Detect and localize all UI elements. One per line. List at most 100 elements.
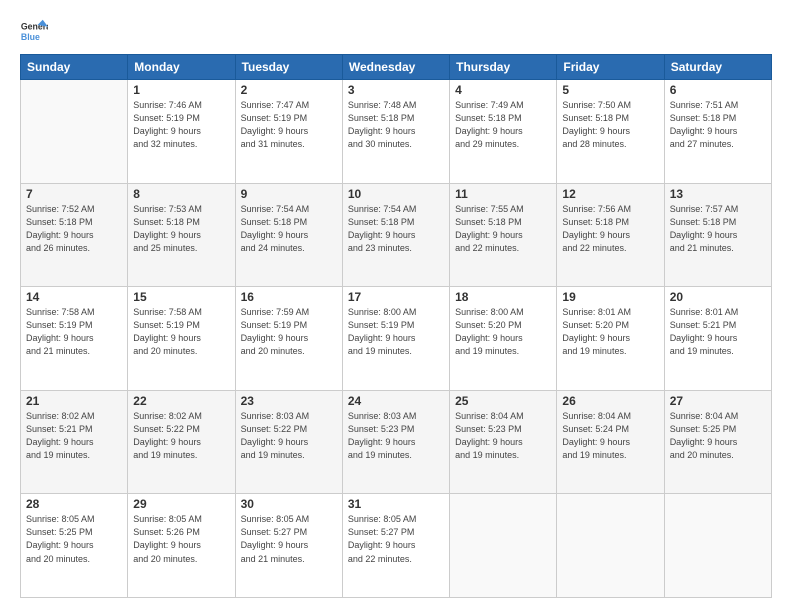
- logo-icon: General Blue: [20, 18, 48, 46]
- day-info: Sunrise: 7:55 AM Sunset: 5:18 PM Dayligh…: [455, 203, 551, 255]
- svg-text:Blue: Blue: [21, 32, 40, 42]
- day-number: 10: [348, 187, 444, 201]
- calendar-cell: 18 Sunrise: 8:00 AM Sunset: 5:20 PM Dayli…: [450, 287, 557, 391]
- day-number: 26: [562, 394, 658, 408]
- weekday-tuesday: Tuesday: [235, 55, 342, 80]
- weekday-thursday: Thursday: [450, 55, 557, 80]
- day-number: 5: [562, 83, 658, 97]
- calendar-cell: 14 Sunrise: 7:58 AM Sunset: 5:19 PM Dayli…: [21, 287, 128, 391]
- day-number: 20: [670, 290, 766, 304]
- day-info: Sunrise: 8:02 AM Sunset: 5:21 PM Dayligh…: [26, 410, 122, 462]
- calendar-week-row: 1Sunrise: 7:46 AM Sunset: 5:19 PM Daylig…: [21, 80, 772, 184]
- calendar-cell: [664, 494, 771, 598]
- calendar-cell: 6 Sunrise: 7:51 AM Sunset: 5:18 PM Daylig…: [664, 80, 771, 184]
- day-info: Sunrise: 8:05 AM Sunset: 5:25 PM Dayligh…: [26, 513, 122, 565]
- day-number: 4: [455, 83, 551, 97]
- day-info: Sunrise: 8:04 AM Sunset: 5:23 PM Dayligh…: [455, 410, 551, 462]
- day-info: Sunrise: 8:03 AM Sunset: 5:22 PM Dayligh…: [241, 410, 337, 462]
- day-info: Sunrise: 8:03 AM Sunset: 5:23 PM Dayligh…: [348, 410, 444, 462]
- calendar-cell: 23Sunrise: 8:03 AM Sunset: 5:22 PM Dayli…: [235, 390, 342, 494]
- calendar-cell: [450, 494, 557, 598]
- day-info: Sunrise: 7:51 AM Sunset: 5:18 PM Dayligh…: [670, 99, 766, 151]
- day-info: Sunrise: 7:47 AM Sunset: 5:19 PM Dayligh…: [241, 99, 337, 151]
- calendar-cell: [21, 80, 128, 184]
- calendar-cell: 19 Sunrise: 8:01 AM Sunset: 5:20 PM Dayli…: [557, 287, 664, 391]
- day-info: Sunrise: 7:54 AM Sunset: 5:18 PM Dayligh…: [241, 203, 337, 255]
- calendar-cell: 31 Sunrise: 8:05 AM Sunset: 5:27 PM Dayli…: [342, 494, 449, 598]
- calendar-cell: 4 Sunrise: 7:49 AM Sunset: 5:18 PM Daylig…: [450, 80, 557, 184]
- calendar-cell: [557, 494, 664, 598]
- day-number: 9: [241, 187, 337, 201]
- day-number: 2: [241, 83, 337, 97]
- calendar-cell: 26 Sunrise: 8:04 AM Sunset: 5:24 PM Dayli…: [557, 390, 664, 494]
- day-info: Sunrise: 8:01 AM Sunset: 5:21 PM Dayligh…: [670, 306, 766, 358]
- calendar-cell: 17 Sunrise: 8:00 AM Sunset: 5:19 PM Dayli…: [342, 287, 449, 391]
- day-number: 17: [348, 290, 444, 304]
- day-number: 3: [348, 83, 444, 97]
- calendar-week-row: 28 Sunrise: 8:05 AM Sunset: 5:25 PM Dayli…: [21, 494, 772, 598]
- day-info: Sunrise: 8:00 AM Sunset: 5:20 PM Dayligh…: [455, 306, 551, 358]
- calendar-cell: 2 Sunrise: 7:47 AM Sunset: 5:19 PM Daylig…: [235, 80, 342, 184]
- logo: General Blue: [20, 18, 48, 46]
- day-number: 7: [26, 187, 122, 201]
- calendar-cell: 24 Sunrise: 8:03 AM Sunset: 5:23 PM Dayli…: [342, 390, 449, 494]
- day-number: 14: [26, 290, 122, 304]
- calendar-cell: 5Sunrise: 7:50 AM Sunset: 5:18 PM Daylig…: [557, 80, 664, 184]
- day-info: Sunrise: 8:05 AM Sunset: 5:27 PM Dayligh…: [348, 513, 444, 565]
- weekday-header-row: SundayMondayTuesdayWednesdayThursdayFrid…: [21, 55, 772, 80]
- day-number: 6: [670, 83, 766, 97]
- calendar-cell: 10 Sunrise: 7:54 AM Sunset: 5:18 PM Dayli…: [342, 183, 449, 287]
- calendar-cell: 15Sunrise: 7:58 AM Sunset: 5:19 PM Dayli…: [128, 287, 235, 391]
- day-number: 21: [26, 394, 122, 408]
- day-number: 15: [133, 290, 229, 304]
- day-info: Sunrise: 7:52 AM Sunset: 5:18 PM Dayligh…: [26, 203, 122, 255]
- day-info: Sunrise: 8:00 AM Sunset: 5:19 PM Dayligh…: [348, 306, 444, 358]
- day-info: Sunrise: 8:04 AM Sunset: 5:24 PM Dayligh…: [562, 410, 658, 462]
- day-info: Sunrise: 8:02 AM Sunset: 5:22 PM Dayligh…: [133, 410, 229, 462]
- day-number: 24: [348, 394, 444, 408]
- day-info: Sunrise: 8:05 AM Sunset: 5:27 PM Dayligh…: [241, 513, 337, 565]
- day-info: Sunrise: 7:53 AM Sunset: 5:18 PM Dayligh…: [133, 203, 229, 255]
- calendar-cell: 8 Sunrise: 7:53 AM Sunset: 5:18 PM Daylig…: [128, 183, 235, 287]
- day-number: 11: [455, 187, 551, 201]
- day-info: Sunrise: 7:56 AM Sunset: 5:18 PM Dayligh…: [562, 203, 658, 255]
- header: General Blue: [20, 18, 772, 46]
- calendar-cell: 1Sunrise: 7:46 AM Sunset: 5:19 PM Daylig…: [128, 80, 235, 184]
- day-number: 28: [26, 497, 122, 511]
- calendar-cell: 28 Sunrise: 8:05 AM Sunset: 5:25 PM Dayli…: [21, 494, 128, 598]
- day-number: 22: [133, 394, 229, 408]
- calendar-cell: 25Sunrise: 8:04 AM Sunset: 5:23 PM Dayli…: [450, 390, 557, 494]
- calendar-cell: 12 Sunrise: 7:56 AM Sunset: 5:18 PM Dayli…: [557, 183, 664, 287]
- page: General Blue SundayMondayTuesdayWednesda…: [0, 0, 792, 612]
- day-info: Sunrise: 7:58 AM Sunset: 5:19 PM Dayligh…: [26, 306, 122, 358]
- day-number: 18: [455, 290, 551, 304]
- calendar-cell: 3Sunrise: 7:48 AM Sunset: 5:18 PM Daylig…: [342, 80, 449, 184]
- calendar-cell: 11 Sunrise: 7:55 AM Sunset: 5:18 PM Dayli…: [450, 183, 557, 287]
- weekday-saturday: Saturday: [664, 55, 771, 80]
- day-number: 27: [670, 394, 766, 408]
- weekday-friday: Friday: [557, 55, 664, 80]
- day-info: Sunrise: 7:57 AM Sunset: 5:18 PM Dayligh…: [670, 203, 766, 255]
- day-info: Sunrise: 7:46 AM Sunset: 5:19 PM Dayligh…: [133, 99, 229, 151]
- calendar-week-row: 7 Sunrise: 7:52 AM Sunset: 5:18 PM Daylig…: [21, 183, 772, 287]
- calendar-week-row: 14 Sunrise: 7:58 AM Sunset: 5:19 PM Dayli…: [21, 287, 772, 391]
- calendar-cell: 7 Sunrise: 7:52 AM Sunset: 5:18 PM Daylig…: [21, 183, 128, 287]
- day-number: 8: [133, 187, 229, 201]
- calendar-cell: 27 Sunrise: 8:04 AM Sunset: 5:25 PM Dayli…: [664, 390, 771, 494]
- day-number: 19: [562, 290, 658, 304]
- day-info: Sunrise: 8:04 AM Sunset: 5:25 PM Dayligh…: [670, 410, 766, 462]
- day-info: Sunrise: 8:05 AM Sunset: 5:26 PM Dayligh…: [133, 513, 229, 565]
- day-number: 29: [133, 497, 229, 511]
- weekday-wednesday: Wednesday: [342, 55, 449, 80]
- calendar-cell: 16Sunrise: 7:59 AM Sunset: 5:19 PM Dayli…: [235, 287, 342, 391]
- calendar-table: SundayMondayTuesdayWednesdayThursdayFrid…: [20, 54, 772, 598]
- day-number: 16: [241, 290, 337, 304]
- day-number: 13: [670, 187, 766, 201]
- day-number: 31: [348, 497, 444, 511]
- calendar-week-row: 21 Sunrise: 8:02 AM Sunset: 5:21 PM Dayli…: [21, 390, 772, 494]
- day-info: Sunrise: 8:01 AM Sunset: 5:20 PM Dayligh…: [562, 306, 658, 358]
- day-number: 12: [562, 187, 658, 201]
- day-info: Sunrise: 7:54 AM Sunset: 5:18 PM Dayligh…: [348, 203, 444, 255]
- day-info: Sunrise: 7:49 AM Sunset: 5:18 PM Dayligh…: [455, 99, 551, 151]
- calendar-cell: 21 Sunrise: 8:02 AM Sunset: 5:21 PM Dayli…: [21, 390, 128, 494]
